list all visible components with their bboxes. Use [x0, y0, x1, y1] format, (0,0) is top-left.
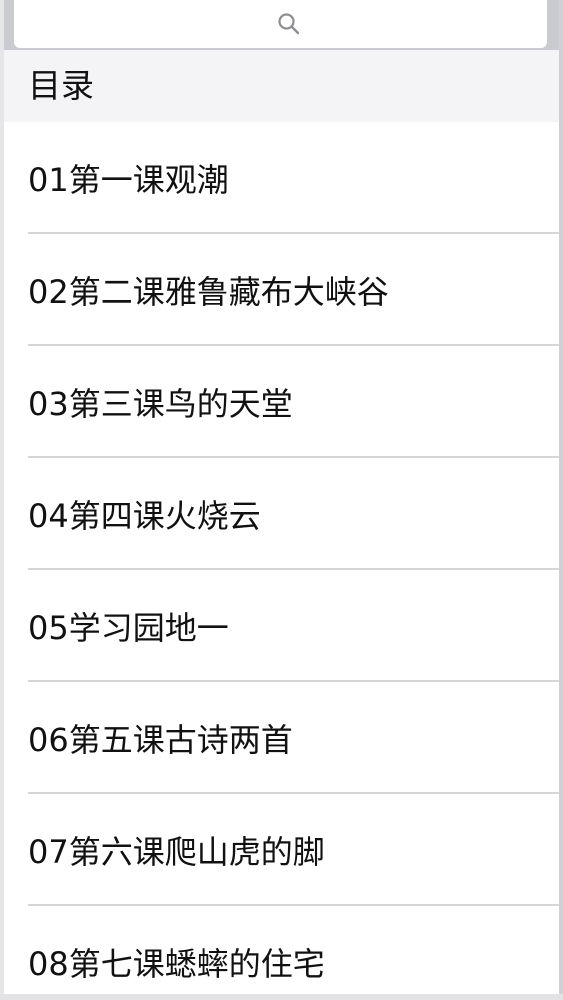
list-item[interactable]: 01第一课观潮 — [0, 122, 563, 234]
list-item-label: 07第六课爬山虎的脚 — [28, 833, 325, 871]
list-item-label: 06第五课古诗两首 — [28, 721, 293, 759]
screen-bottom-edge — [0, 994, 563, 1000]
list-item-label: 03第三课鸟的天堂 — [28, 385, 293, 423]
list-item-label: 02第二课雅鲁藏布大峡谷 — [28, 273, 389, 311]
search-icon — [278, 13, 300, 35]
list-item[interactable]: 04第四课火烧云 — [0, 458, 563, 570]
list-item[interactable]: 03第三课鸟的天堂 — [0, 346, 563, 458]
list-item[interactable]: 08第七课蟋蟀的住宅 — [0, 906, 563, 1000]
search-bar — [0, 0, 563, 50]
list-item-label: 08第七课蟋蟀的住宅 — [28, 945, 325, 983]
list-item-label: 04第四课火烧云 — [28, 497, 261, 535]
section-header: 目录 — [0, 50, 563, 122]
list-item[interactable]: 02第二课雅鲁藏布大峡谷 — [0, 234, 563, 346]
list-item[interactable]: 05学习园地一 — [0, 570, 563, 682]
list-item-label: 05学习园地一 — [28, 609, 229, 647]
section-title: 目录 — [28, 66, 94, 105]
catalog-screen: 目录 01第一课观潮 02第二课雅鲁藏布大峡谷 03第三课鸟的天堂 04第四课火… — [0, 0, 563, 1000]
screen-right-edge — [559, 0, 563, 1000]
list-item[interactable]: 06第五课古诗两首 — [0, 682, 563, 794]
lesson-list: 01第一课观潮 02第二课雅鲁藏布大峡谷 03第三课鸟的天堂 04第四课火烧云 … — [0, 122, 563, 1000]
search-input[interactable] — [14, 0, 547, 48]
list-item-label: 01第一课观潮 — [28, 161, 229, 199]
screen-left-edge — [0, 0, 4, 1000]
list-item[interactable]: 07第六课爬山虎的脚 — [0, 794, 563, 906]
